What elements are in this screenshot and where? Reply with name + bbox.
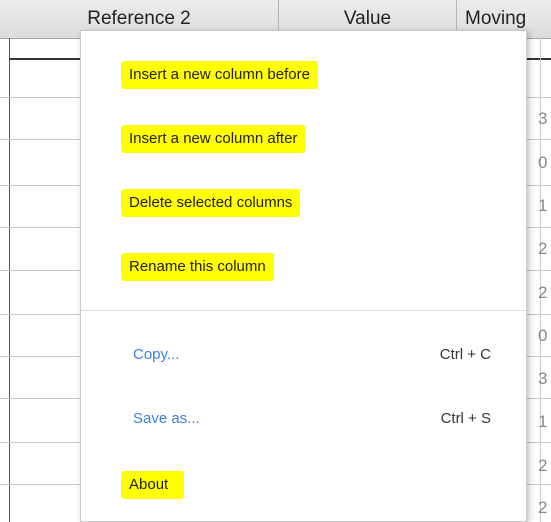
column-context-menu: Insert a new column before Insert a new … bbox=[80, 30, 527, 522]
menu-item-label: Insert a new column after bbox=[121, 125, 306, 153]
cell-value[interactable]: 2 bbox=[538, 238, 551, 260]
menu-item-copy[interactable]: Copy... Ctrl + C bbox=[81, 335, 526, 375]
menu-item-rename-column[interactable]: Rename this column bbox=[81, 247, 526, 287]
menu-item-insert-column-before[interactable]: Insert a new column before bbox=[81, 55, 526, 95]
menu-item-label: Save as... bbox=[133, 410, 200, 427]
cell-value[interactable]: 2 bbox=[538, 282, 551, 304]
menu-item-shortcut: Ctrl + C bbox=[439, 346, 491, 363]
menu-item-label: Rename this column bbox=[121, 253, 274, 281]
cell-value[interactable]: 3 bbox=[538, 108, 551, 130]
menu-item-label: Copy... bbox=[133, 346, 180, 363]
menu-item-shortcut: Ctrl + S bbox=[440, 410, 491, 427]
menu-item-label: Delete selected columns bbox=[121, 189, 301, 217]
grid-left-border bbox=[9, 38, 10, 522]
cell-value[interactable]: 1 bbox=[538, 411, 551, 433]
cell-value[interactable]: 0 bbox=[538, 325, 551, 347]
cell-value[interactable]: 2 bbox=[538, 455, 551, 477]
menu-item-label: Insert a new column before bbox=[121, 61, 318, 89]
cell-value[interactable]: 3 bbox=[538, 368, 551, 390]
menu-item-about[interactable]: About bbox=[81, 465, 526, 505]
spreadsheet-window: Reference 2 Value Moving 3 0 1 2 2 0 3 1… bbox=[0, 0, 551, 522]
menu-item-label: About bbox=[121, 471, 185, 499]
menu-item-insert-column-after[interactable]: Insert a new column after bbox=[81, 119, 526, 159]
menu-item-save-as[interactable]: Save as... Ctrl + S bbox=[81, 399, 526, 439]
menu-item-delete-selected-columns[interactable]: Delete selected columns bbox=[81, 183, 526, 223]
cell-value[interactable]: 0 bbox=[538, 152, 551, 174]
menu-separator bbox=[81, 310, 526, 311]
cell-value[interactable]: 1 bbox=[538, 195, 551, 217]
cell-value[interactable]: 2 bbox=[538, 497, 551, 519]
